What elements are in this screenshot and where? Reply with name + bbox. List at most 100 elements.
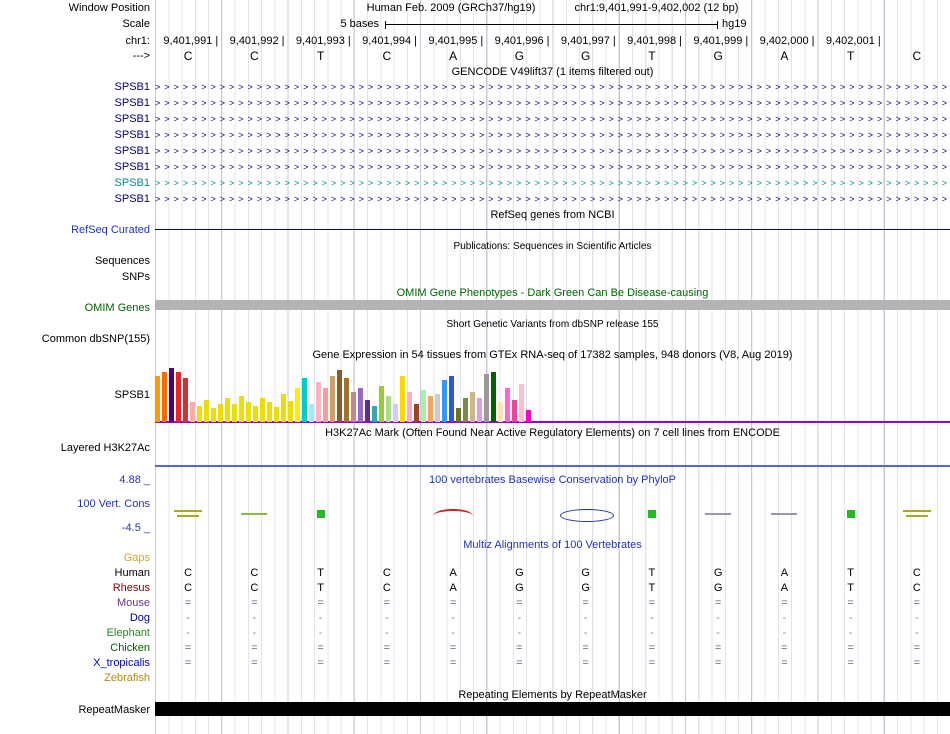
dbsnp-label[interactable]: Common dbSNP(155) [0,333,150,345]
conservation-label[interactable]: 100 Vert. Cons [0,498,150,510]
gene-label[interactable]: SPSB1 [0,97,150,109]
multiz-species-label[interactable]: Rhesus [0,582,150,594]
multiz-species-label[interactable]: Chicken [0,642,150,654]
gene-row[interactable]: >>>>>>>>>>>>>>>>>>>>>>>>>>>>>>>>>>>>>>>>… [155,161,950,174]
gtex-bar[interactable] [435,394,440,422]
snps-label[interactable]: SNPs [0,271,150,283]
gtex-bar[interactable] [176,372,181,422]
gtex-bar[interactable] [484,374,489,422]
gene-label[interactable]: SPSB1 [0,161,150,173]
omim-gene-bar[interactable] [155,300,950,310]
gtex-bar[interactable] [526,410,531,422]
gtex-bar[interactable] [211,408,216,422]
gene-label[interactable]: SPSB1 [0,81,150,93]
gtex-bar[interactable] [442,380,447,422]
gtex-bar[interactable] [477,398,482,422]
h3k27ac-label[interactable]: Layered H3K27Ac [0,442,150,454]
sequences-label[interactable]: Sequences [0,255,150,267]
refseq-curated-label[interactable]: RefSeq Curated [0,224,150,236]
gtex-bar[interactable] [197,406,202,422]
gtex-bar[interactable] [155,376,160,422]
gtex-bar[interactable] [169,368,174,422]
gtex-bar[interactable] [463,398,468,422]
omim-genes-label[interactable]: OMIM Genes [0,302,150,314]
gtex-bar[interactable] [246,402,251,422]
gtex-bar[interactable] [470,392,475,422]
gtex-bar[interactable] [400,376,405,422]
refseq-track-line[interactable] [155,229,950,230]
gtex-bar[interactable] [365,400,370,422]
gtex-bar[interactable] [351,392,356,422]
gtex-bar[interactable] [491,372,496,422]
conservation-square [846,510,855,518]
gtex-bar[interactable] [253,406,258,422]
gtex-bar[interactable] [288,401,293,422]
multiz-species-label[interactable]: X_tropicalis [0,657,150,669]
gtex-bar[interactable] [183,378,188,422]
gtex-bar[interactable] [295,388,300,422]
gtex-bar[interactable] [386,396,391,422]
gene-row[interactable]: >>>>>>>>>>>>>>>>>>>>>>>>>>>>>>>>>>>>>>>>… [155,145,950,158]
gtex-bar[interactable] [519,384,524,422]
gtex-bar[interactable] [379,386,384,422]
gtex-bar[interactable] [204,400,209,422]
conservation-max-label: 4.88 _ [119,474,150,486]
gtex-bar[interactable] [232,404,237,422]
gtex-bar[interactable] [302,378,307,422]
gtex-bar[interactable] [309,404,314,422]
gtex-bar[interactable] [190,402,195,422]
gtex-bar[interactable] [316,382,321,422]
gene-label[interactable]: SPSB1 [0,177,150,189]
gtex-bar[interactable] [393,404,398,422]
gene-label[interactable]: SPSB1 [0,129,150,141]
multiz-species-label[interactable]: Human [0,567,150,579]
gene-row[interactable]: >>>>>>>>>>>>>>>>>>>>>>>>>>>>>>>>>>>>>>>>… [155,97,950,110]
gtex-bar[interactable] [330,376,335,422]
gtex-bar[interactable] [512,400,517,422]
gtex-bar[interactable] [225,398,230,422]
base-letter: C [912,49,922,63]
gtex-bar[interactable] [260,398,265,422]
gtex-bar[interactable] [414,404,419,422]
repeatmasker-label[interactable]: RepeatMasker [0,704,150,716]
gtex-bar[interactable] [218,404,223,422]
gtex-bar[interactable] [421,390,426,422]
gtex-bar[interactable] [358,388,363,422]
gene-row[interactable]: >>>>>>>>>>>>>>>>>>>>>>>>>>>>>>>>>>>>>>>>… [155,177,950,190]
repeatmasker-bar[interactable] [155,702,950,716]
gtex-bar[interactable] [456,408,461,422]
gene-row[interactable]: >>>>>>>>>>>>>>>>>>>>>>>>>>>>>>>>>>>>>>>>… [155,129,950,142]
gene-row[interactable]: >>>>>>>>>>>>>>>>>>>>>>>>>>>>>>>>>>>>>>>>… [155,193,950,206]
gtex-bar[interactable] [323,388,328,422]
gtex-gene-label[interactable]: SPSB1 [0,389,150,401]
multiz-species-label[interactable]: Dog [0,612,150,624]
gtex-bar[interactable] [281,394,286,422]
gtex-bar[interactable] [337,370,342,422]
gtex-bar[interactable] [407,392,412,422]
multiz-species-label[interactable]: Zebrafish [0,672,150,684]
gene-label[interactable]: SPSB1 [0,193,150,205]
gtex-bar[interactable] [274,407,279,422]
multiz-cell: = [449,642,457,654]
chrom-label: chr1: [125,35,150,47]
gene-row[interactable]: >>>>>>>>>>>>>>>>>>>>>>>>>>>>>>>>>>>>>>>>… [155,81,950,94]
gtex-bar[interactable] [344,378,349,422]
gtex-bar[interactable] [505,388,510,422]
multiz-species-label[interactable]: Mouse [0,597,150,609]
gtex-bar[interactable] [162,372,167,422]
multiz-species-label[interactable]: Gaps [0,552,150,564]
gene-row[interactable]: >>>>>>>>>>>>>>>>>>>>>>>>>>>>>>>>>>>>>>>>… [155,113,950,126]
gtex-bar[interactable] [239,396,244,422]
gtex-bar[interactable] [449,376,454,422]
gene-label[interactable]: SPSB1 [0,113,150,125]
gtex-bar[interactable] [498,402,503,422]
gtex-bar[interactable] [267,402,272,422]
gene-label[interactable]: SPSB1 [0,145,150,157]
gtex-bar[interactable] [372,406,377,422]
multiz-cell: - [716,627,720,639]
multiz-species-label[interactable]: Elephant [0,627,150,639]
gtex-bar[interactable] [428,396,433,422]
base-letter: G [713,49,723,63]
multiz-cell: - [186,627,190,639]
multiz-cell: - [782,612,787,624]
